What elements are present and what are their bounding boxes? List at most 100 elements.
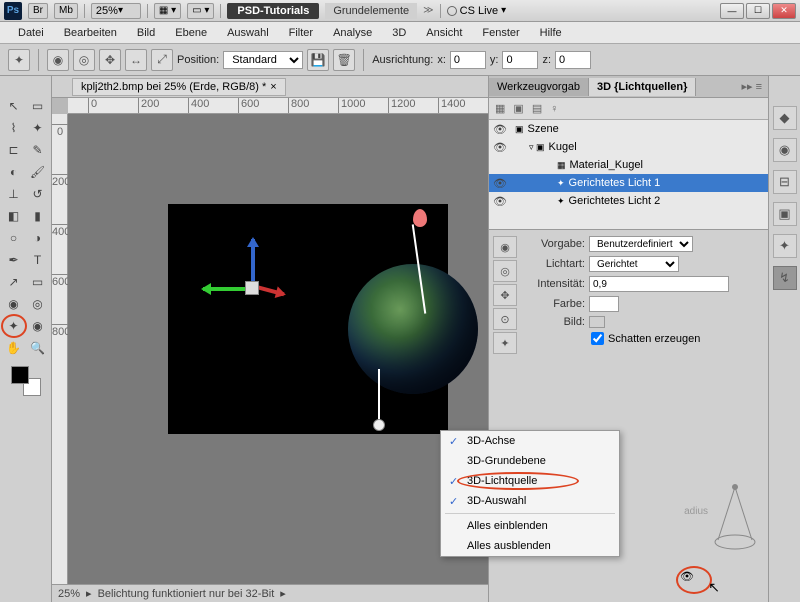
maximize-button[interactable]: ☐ <box>746 3 770 19</box>
wand-tool[interactable]: ✦ <box>27 118 49 138</box>
menu-datei[interactable]: Datei <box>8 25 54 41</box>
status-zoom[interactable]: 25% <box>58 588 80 600</box>
document-tab[interactable]: kplj2th2.bmp bei 25% (Erde, RGB/8) *× <box>72 78 286 96</box>
light-point-icon[interactable]: ✦ <box>493 332 517 354</box>
canvas-viewport[interactable] <box>68 114 488 584</box>
toggle-lights-button[interactable]: 👁 <box>680 570 708 590</box>
filter-material-icon[interactable]: ▤ <box>532 102 542 115</box>
light-marker-1[interactable] <box>413 209 427 227</box>
workspace-tab-active[interactable]: PSD-Tutorials <box>227 3 319 19</box>
3d-slide-icon[interactable]: ↔ <box>125 49 147 71</box>
current-tool-icon[interactable]: ✦ <box>8 49 30 71</box>
close-button[interactable]: ✕ <box>772 3 796 19</box>
panel-tab-vorgaben[interactable]: Werkzeugvorgab <box>489 78 589 96</box>
stamp-tool[interactable]: ⊥ <box>3 184 25 204</box>
menu-ansicht[interactable]: Ansicht <box>416 25 472 41</box>
eyedropper-tool[interactable]: ✎ <box>27 140 49 160</box>
menu-ebene[interactable]: Ebene <box>165 25 217 41</box>
strip-mask-icon[interactable]: ▣ <box>773 202 797 226</box>
y-input[interactable] <box>502 51 538 69</box>
pen-tool[interactable]: ✒ <box>3 250 25 270</box>
scene-tree[interactable]: 👁▣Szene👁▿ ▣Kugel▦Material_Kugel👁✦Gericht… <box>489 120 768 230</box>
vorgabe-select[interactable]: Benutzerdefiniert <box>589 236 693 252</box>
tree-row[interactable]: 👁▿ ▣Kugel <box>489 138 768 156</box>
menu-fenster[interactable]: Fenster <box>472 25 529 41</box>
axis-origin[interactable] <box>245 281 259 295</box>
bridge-button[interactable]: Br <box>28 3 48 19</box>
context-menu-item[interactable]: Alles ausblenden <box>441 536 619 556</box>
3d-rotate-icon[interactable]: ◉ <box>47 49 69 71</box>
eraser-tool[interactable]: ◧ <box>3 206 25 226</box>
dodge-tool[interactable]: ◑ <box>27 228 49 248</box>
type-tool[interactable]: T <box>27 250 49 270</box>
strip-3d-icon[interactable]: ↯ <box>773 266 797 290</box>
3d-scale-icon[interactable]: ⤢ <box>151 49 173 71</box>
farbe-swatch[interactable] <box>589 296 619 312</box>
bild-thumb[interactable] <box>589 316 605 328</box>
tree-row[interactable]: 👁▣Szene <box>489 120 768 138</box>
3d-pan-icon[interactable]: ✥ <box>99 49 121 71</box>
heal-tool[interactable]: ◐ <box>3 162 25 182</box>
history-tool[interactable]: ↺ <box>27 184 49 204</box>
minibridge-button[interactable]: Mb <box>54 3 78 19</box>
context-menu-item[interactable]: 3D-Grundebene <box>441 451 619 471</box>
strip-layers-icon[interactable]: ✦ <box>773 234 797 258</box>
menu-auswahl[interactable]: Auswahl <box>217 25 279 41</box>
marquee-tool[interactable]: ▭ <box>27 96 49 116</box>
zoom-tool[interactable]: 🔍 <box>27 338 49 358</box>
delete-icon[interactable]: 🗑 <box>333 49 355 71</box>
tree-row[interactable]: 👁✦Gerichtetes Licht 2 <box>489 192 768 210</box>
intensitaet-input[interactable] <box>589 276 729 292</box>
path-tool[interactable]: ↗ <box>3 272 25 292</box>
filter-mesh-icon[interactable]: ▣ <box>513 102 523 115</box>
gradient-tool[interactable]: ▮ <box>27 206 49 226</box>
panel-collapse-icon[interactable]: ▸▸ ≡ <box>735 80 768 93</box>
document-canvas[interactable] <box>168 204 448 434</box>
blur-tool[interactable]: ○ <box>3 228 25 248</box>
menu-bild[interactable]: Bild <box>127 25 165 41</box>
schatten-checkbox[interactable] <box>591 332 604 345</box>
position-select[interactable]: Standard <box>223 51 303 69</box>
panel-tab-3d[interactable]: 3D {Lichtquellen} <box>589 78 696 96</box>
hand-tool[interactable]: ✋ <box>3 338 25 358</box>
light-marker-2[interactable] <box>373 419 385 431</box>
lasso-tool[interactable]: ⌇ <box>3 118 25 138</box>
tree-row[interactable]: 👁✦Gerichtetes Licht 1 <box>489 174 768 192</box>
3d-camera-tool[interactable]: ◎ <box>27 294 49 314</box>
menu-filter[interactable]: Filter <box>279 25 323 41</box>
fg-swatch[interactable] <box>11 366 29 384</box>
filter-light-icon[interactable]: ♀ <box>550 103 558 115</box>
3d-object-tool[interactable]: ◉ <box>3 294 25 314</box>
strip-styles-icon[interactable]: ◉ <box>773 138 797 162</box>
menu-bearbeiten[interactable]: Bearbeiten <box>54 25 127 41</box>
tree-row[interactable]: ▦Material_Kugel <box>489 156 768 174</box>
shape-tool[interactable]: ▭ <box>27 272 49 292</box>
x-input[interactable] <box>450 51 486 69</box>
context-menu-item[interactable]: 3D-Lichtquelle <box>441 471 619 491</box>
menu-analyse[interactable]: Analyse <box>323 25 382 41</box>
view-extras-button[interactable]: ▦ ▾ <box>154 3 181 19</box>
3d-axis-widget[interactable] <box>203 239 303 339</box>
cs-live-button[interactable]: CS Live ▾ <box>447 5 507 17</box>
minimize-button[interactable]: — <box>720 3 744 19</box>
zoom-level[interactable]: 25% ▾ <box>91 3 141 19</box>
brush-tool[interactable]: 🖌 <box>27 162 49 182</box>
strip-adjust-icon[interactable]: ⊟ <box>773 170 797 194</box>
3d-roll-icon[interactable]: ◎ <box>73 49 95 71</box>
save-icon[interactable]: 💾 <box>307 49 329 71</box>
close-tab-icon[interactable]: × <box>270 81 276 93</box>
move-tool[interactable]: ↖ <box>3 96 25 116</box>
3d-walk-tool[interactable]: ◉ <box>27 316 49 336</box>
context-menu-item[interactable]: 3D-Auswahl <box>441 491 619 511</box>
context-menu-item[interactable]: Alles einblenden <box>441 516 619 536</box>
3d-light-tool[interactable]: ✦ <box>3 316 25 336</box>
workspace-more-icon[interactable]: ≫ <box>423 5 433 16</box>
light-slide-icon[interactable]: ✥ <box>493 284 517 306</box>
context-menu-item[interactable]: 3D-Achse <box>441 431 619 451</box>
filter-scene-icon[interactable]: ▦ <box>495 102 505 115</box>
screen-mode-button[interactable]: ▭ ▾ <box>187 3 214 19</box>
workspace-tab[interactable]: Grundelemente <box>325 3 417 19</box>
strip-swatches-icon[interactable]: ◆ <box>773 106 797 130</box>
color-swatches[interactable] <box>11 366 41 396</box>
light-rotate-icon[interactable]: ◉ <box>493 236 517 258</box>
